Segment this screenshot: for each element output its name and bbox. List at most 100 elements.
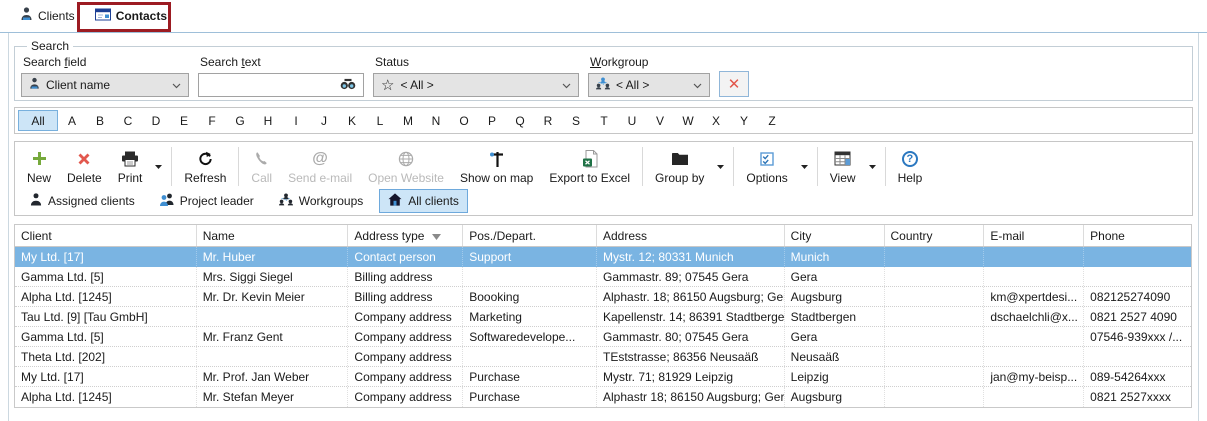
alphabet-item-all[interactable]: All xyxy=(18,110,58,131)
alphabet-item[interactable]: S xyxy=(562,110,590,131)
filter-project-leader[interactable]: Project leader xyxy=(151,189,263,213)
alphabet-item[interactable]: X xyxy=(702,110,730,131)
column-header-address-type[interactable]: Address type xyxy=(348,225,463,246)
alphabet-item[interactable]: F xyxy=(198,110,226,131)
x-icon xyxy=(77,149,91,168)
plus-icon xyxy=(31,149,48,168)
alphabet-item[interactable]: A xyxy=(58,110,86,131)
column-header-email[interactable]: E-mail xyxy=(984,225,1084,246)
alphabet-item[interactable]: Z xyxy=(758,110,786,131)
alphabet-item[interactable]: B xyxy=(86,110,114,131)
alphabet-item[interactable]: M xyxy=(394,110,422,131)
table-row[interactable]: Gamma Ltd. [5] Mrs. Siggi Siegel Billing… xyxy=(15,267,1191,287)
table-row[interactable]: Alpha Ltd. [1245] Mr. Stefan Meyer Compa… xyxy=(15,387,1191,407)
toolbar-panel: New Delete Print Refresh Call xyxy=(14,141,1193,216)
tab-clients[interactable]: Clients xyxy=(10,0,85,32)
table-row[interactable]: My Ltd. [17] Mr. Huber Contact person Su… xyxy=(15,247,1191,267)
alphabet-item[interactable]: G xyxy=(226,110,254,131)
workgroup-value: < All > xyxy=(616,78,649,92)
search-text-input[interactable] xyxy=(198,73,364,97)
workgroup-icon xyxy=(279,193,293,209)
person-icon xyxy=(29,77,40,93)
toolbar-separator xyxy=(885,147,886,186)
workgroup-combobox[interactable]: < All > xyxy=(588,73,710,97)
column-header-pos-depart[interactable]: Pos./Depart. xyxy=(463,225,597,246)
search-field-combobox[interactable]: Client name xyxy=(21,73,189,97)
star-icon: ☆ xyxy=(381,78,394,93)
alphabet-item[interactable]: L xyxy=(366,110,394,131)
view-button[interactable]: View xyxy=(822,144,864,189)
send-email-button[interactable]: @ Send e-mail xyxy=(280,144,360,189)
checkbox-list-icon xyxy=(760,149,774,168)
alphabet-item[interactable]: I xyxy=(282,110,310,131)
tab-label: Clients xyxy=(38,9,75,23)
contacts-page: Search Search field Client name Search t… xyxy=(8,33,1199,421)
search-legend: Search xyxy=(27,39,73,53)
table-row[interactable]: Tau Ltd. [9] [Tau GmbH] Company address … xyxy=(15,307,1191,327)
chevron-down-icon xyxy=(693,78,702,92)
print-button[interactable]: Print xyxy=(110,144,151,189)
column-header-address[interactable]: Address xyxy=(597,225,785,246)
status-label: Status xyxy=(375,55,579,69)
phone-icon xyxy=(254,149,269,168)
alphabet-item[interactable]: U xyxy=(618,110,646,131)
table-row[interactable]: Alpha Ltd. [1245] Mr. Dr. Kevin Meier Bi… xyxy=(15,287,1191,307)
alphabet-item[interactable]: J xyxy=(310,110,338,131)
column-header-city[interactable]: City xyxy=(785,225,885,246)
options-dropdown-caret-icon[interactable] xyxy=(796,144,813,189)
sort-desc-icon xyxy=(432,229,441,243)
table-row[interactable]: My Ltd. [17] Mr. Prof. Jan Weber Company… xyxy=(15,367,1191,387)
search-text-label: Search text xyxy=(200,55,364,69)
filter-all-clients[interactable]: All clients xyxy=(379,189,468,213)
alphabet-item[interactable]: R xyxy=(534,110,562,131)
filter-assigned-clients[interactable]: Assigned clients xyxy=(21,189,144,213)
alphabet-item[interactable]: C xyxy=(114,110,142,131)
column-header-client[interactable]: Client xyxy=(15,225,197,246)
contact-card-icon xyxy=(95,8,111,24)
options-button[interactable]: Options xyxy=(738,144,795,189)
alphabet-item[interactable]: Q xyxy=(506,110,534,131)
alphabet-item[interactable]: Y xyxy=(730,110,758,131)
refresh-button[interactable]: Refresh xyxy=(176,144,234,189)
table-row[interactable]: Gamma Ltd. [5] Mr. Franz Gent Company ad… xyxy=(15,327,1191,347)
alphabet-item[interactable]: O xyxy=(450,110,478,131)
group-by-dropdown-caret-icon[interactable] xyxy=(712,144,729,189)
alphabet-item[interactable]: N xyxy=(422,110,450,131)
alphabet-item[interactable]: K xyxy=(338,110,366,131)
clear-filter-button[interactable]: ✕ xyxy=(719,71,749,97)
table-row[interactable]: Theta Ltd. [202] Company address TEststr… xyxy=(15,347,1191,367)
view-dropdown-caret-icon[interactable] xyxy=(864,144,881,189)
globe-icon xyxy=(398,149,414,168)
status-combobox[interactable]: ☆ < All > xyxy=(373,73,579,97)
column-header-phone[interactable]: Phone xyxy=(1084,225,1191,246)
client-filter-row: Assigned clients Project leader Workgrou… xyxy=(15,189,1192,215)
delete-button[interactable]: Delete xyxy=(59,144,110,189)
group-by-button[interactable]: Group by xyxy=(647,144,712,189)
open-website-button[interactable]: Open Website xyxy=(360,144,452,189)
alphabet-item[interactable]: H xyxy=(254,110,282,131)
show-on-map-button[interactable]: Show on map xyxy=(452,144,541,189)
column-header-country[interactable]: Country xyxy=(885,225,985,246)
folder-icon xyxy=(671,149,689,168)
alphabet-filter-bar: All A B C D E F G H I J K L M N O P Q R … xyxy=(14,107,1193,134)
map-marker-icon xyxy=(489,149,505,168)
alphabet-item[interactable]: W xyxy=(674,110,702,131)
workgroup-label: Workgroup xyxy=(590,55,710,69)
alphabet-item[interactable]: P xyxy=(478,110,506,131)
export-to-excel-button[interactable]: Export to Excel xyxy=(541,144,638,189)
alphabet-item[interactable]: T xyxy=(590,110,618,131)
status-value: < All > xyxy=(400,78,433,92)
new-button[interactable]: New xyxy=(19,144,59,189)
call-button[interactable]: Call xyxy=(243,144,280,189)
table-header-row: Client Name Address type Pos./Depart. Ad… xyxy=(15,225,1191,247)
alphabet-item[interactable]: E xyxy=(170,110,198,131)
filter-workgroups[interactable]: Workgroups xyxy=(270,189,372,213)
print-dropdown-caret-icon[interactable] xyxy=(150,144,167,189)
alphabet-item[interactable]: V xyxy=(646,110,674,131)
alphabet-item[interactable]: D xyxy=(142,110,170,131)
column-header-name[interactable]: Name xyxy=(197,225,349,246)
tab-contacts[interactable]: Contacts xyxy=(85,1,177,32)
printer-icon xyxy=(121,149,139,168)
help-button[interactable]: ? Help xyxy=(890,144,931,189)
chevron-down-icon xyxy=(562,78,571,92)
